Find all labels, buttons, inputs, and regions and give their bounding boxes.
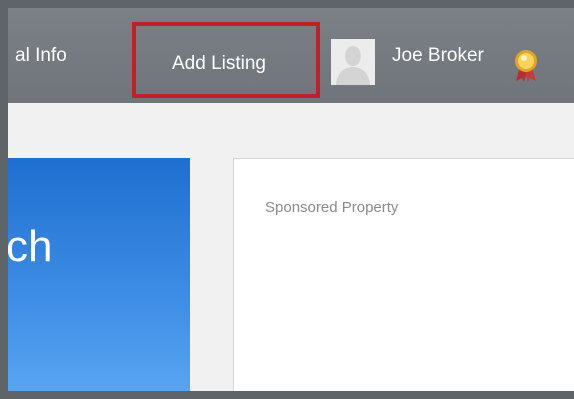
award-icon (513, 49, 539, 88)
user-name-label: Joe Broker (392, 45, 484, 66)
avatar-silhouette-icon (331, 39, 375, 85)
user-name-link[interactable]: Joe Broker (392, 8, 484, 103)
nav-local-info-label: al Info (15, 45, 67, 66)
sponsored-property-label: Sponsored Property (265, 199, 399, 216)
nav-local-info[interactable]: al Info (15, 8, 67, 103)
top-navigation-bar: al Info Add Listing Joe Broker (8, 8, 574, 103)
promo-banner-text: ch (8, 222, 53, 271)
search-promo-banner[interactable]: ch (8, 158, 190, 391)
sponsored-property-card: Sponsored Property (233, 158, 574, 391)
add-listing-button[interactable]: Add Listing (132, 22, 320, 98)
user-avatar[interactable] (331, 39, 375, 85)
add-listing-label: Add Listing (171, 53, 266, 74)
screenshot-frame: al Info Add Listing Joe Broker ch Sponso… (0, 0, 574, 399)
